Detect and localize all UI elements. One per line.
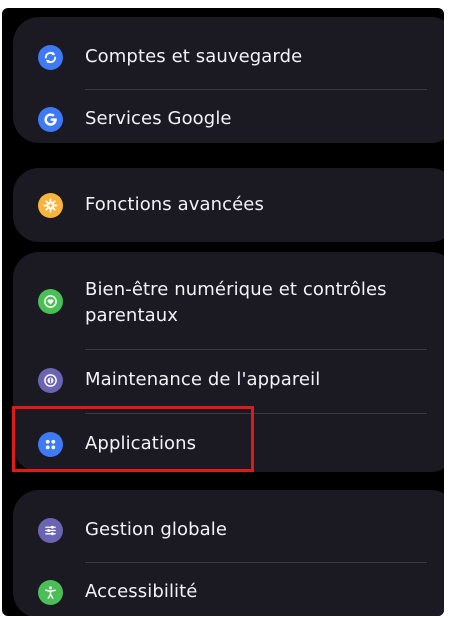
settings-item-label: Fonctions avancées [85, 194, 264, 215]
settings-group-general: Gestion globale Accessibilité [13, 490, 444, 616]
gear-plus-icon [38, 192, 63, 218]
settings-group-accounts: Comptes et sauvegarde Services Google [13, 17, 444, 143]
divider [85, 349, 427, 350]
settings-item-digital-wellbeing[interactable]: Bien-être numérique et contrôles parenta… [13, 266, 444, 336]
sync-icon [38, 44, 63, 70]
settings-group-advanced: Fonctions avancées [13, 168, 444, 242]
settings-item-label: Comptes et sauvegarde [85, 46, 303, 67]
settings-item-advanced-features[interactable]: Fonctions avancées [13, 179, 444, 231]
settings-item-label: Applications [85, 433, 197, 454]
settings-item-label: Services Google [85, 108, 232, 129]
settings-item-accessibility[interactable]: Accessibilité [13, 566, 444, 616]
divider [85, 413, 427, 414]
settings-group-wellbeing: Bien-être numérique et contrôles parenta… [13, 252, 444, 472]
accessibility-person-icon [38, 579, 63, 605]
settings-item-google-services[interactable]: Services Google [13, 93, 444, 145]
settings-screen: Comptes et sauvegarde Services Google Fo… [2, 8, 444, 616]
divider [85, 89, 427, 90]
sliders-icon [38, 517, 63, 543]
settings-item-label: Gestion globale [85, 519, 228, 540]
settings-item-label: Bien-être numérique et contrôles parenta… [85, 279, 387, 326]
settings-item-device-care[interactable]: Maintenance de l'appareil [13, 354, 444, 406]
settings-item-label: Accessibilité [85, 581, 198, 602]
settings-item-general-management[interactable]: Gestion globale [13, 504, 444, 556]
google-g-icon [38, 106, 63, 132]
settings-item-applications[interactable]: Applications [13, 418, 444, 470]
device-care-icon [38, 367, 63, 393]
settings-item-accounts-backup[interactable]: Comptes et sauvegarde [13, 31, 444, 83]
apps-grid-icon [38, 431, 63, 457]
divider [85, 562, 427, 563]
heart-circle-icon [38, 288, 63, 314]
settings-item-label: Maintenance de l'appareil [85, 369, 321, 390]
